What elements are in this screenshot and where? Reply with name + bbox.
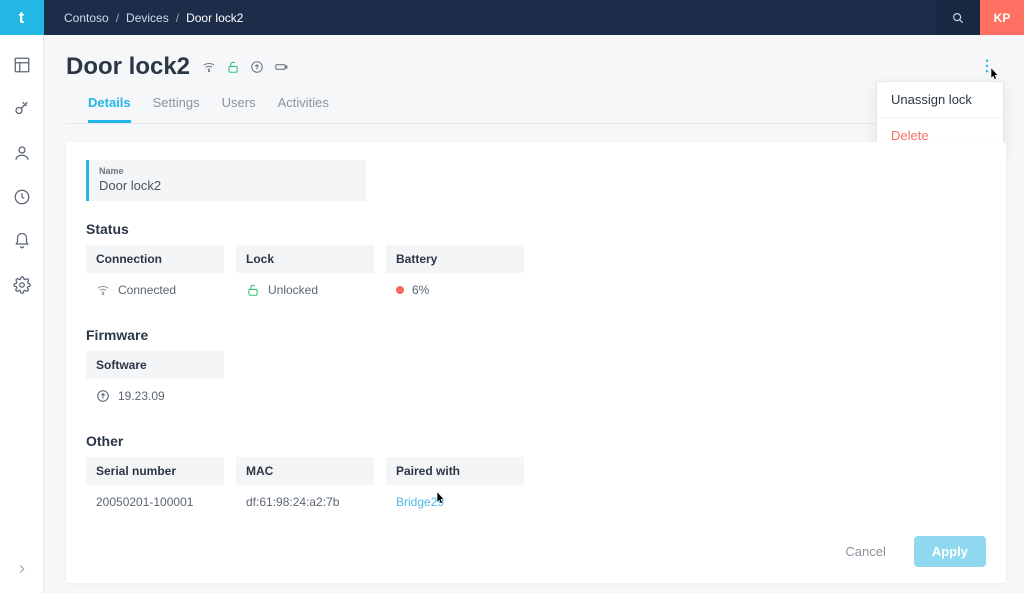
- sidebar: t: [0, 0, 44, 593]
- other-mac-label: MAC: [236, 457, 374, 485]
- name-field[interactable]: Name Door lock2: [86, 160, 366, 201]
- status-battery-value: 6%: [412, 283, 429, 297]
- dashboard-icon: [13, 56, 31, 74]
- status-connection-label: Connection: [86, 245, 224, 273]
- sidebar-item-dashboard[interactable]: [10, 53, 34, 77]
- other-serial-label: Serial number: [86, 457, 224, 485]
- other-heading: Other: [86, 433, 986, 449]
- update-icon: [96, 389, 110, 403]
- brand-letter: t: [19, 8, 25, 28]
- menu-item-unassign[interactable]: Unassign lock: [877, 82, 1003, 117]
- tab-users[interactable]: Users: [222, 95, 256, 123]
- bell-icon: [13, 232, 31, 250]
- cursor-pointer-icon: [432, 491, 448, 507]
- update-icon: [250, 60, 264, 74]
- sidebar-item-activity[interactable]: [10, 185, 34, 209]
- breadcrumb-current: Door lock2: [186, 11, 243, 25]
- brand-logo[interactable]: t: [0, 0, 44, 35]
- key-icon: [13, 100, 31, 118]
- unlock-icon: [246, 283, 260, 297]
- tab-activities[interactable]: Activities: [278, 95, 329, 123]
- chevron-right-icon: [15, 562, 29, 576]
- status-heading: Status: [86, 221, 986, 237]
- details-card: Name Door lock2 Status Connection Connec…: [66, 142, 1006, 583]
- wifi-icon: [96, 283, 110, 297]
- breadcrumb-separator: /: [116, 11, 119, 25]
- firmware-heading: Firmware: [86, 327, 986, 343]
- name-label: Name: [99, 166, 356, 176]
- topbar: Contoso / Devices / Door lock2 KP: [44, 0, 1024, 35]
- breadcrumb-separator: /: [176, 11, 179, 25]
- firmware-software-label: Software: [86, 351, 224, 379]
- page-head: Door lock2 Unassign lock Delete Details: [44, 35, 1024, 124]
- battery-icon: [274, 60, 288, 74]
- firmware-software-value: 19.23.09: [118, 389, 165, 403]
- search-icon: [951, 11, 965, 25]
- sidebar-collapse[interactable]: [15, 562, 29, 581]
- name-value: Door lock2: [99, 178, 356, 193]
- other-mac-value: df:61:98:24:a2:7b: [246, 495, 339, 509]
- tab-settings[interactable]: Settings: [153, 95, 200, 123]
- gear-icon: [13, 276, 31, 294]
- clock-icon: [13, 188, 31, 206]
- other-serial-value: 20050201-100001: [96, 495, 193, 509]
- other-paired-label: Paired with: [386, 457, 524, 485]
- sidebar-item-users[interactable]: [10, 141, 34, 165]
- breadcrumb-org[interactable]: Contoso: [64, 11, 109, 25]
- tabs: Details Settings Users Activities: [66, 95, 996, 124]
- wifi-icon: [202, 60, 216, 74]
- status-lock-label: Lock: [236, 245, 374, 273]
- apply-button[interactable]: Apply: [914, 536, 986, 567]
- sidebar-item-settings[interactable]: [10, 273, 34, 297]
- status-connection-value: Connected: [118, 283, 176, 297]
- cancel-button[interactable]: Cancel: [827, 536, 903, 567]
- status-battery-label: Battery: [386, 245, 524, 273]
- user-initials: KP: [994, 11, 1011, 25]
- sidebar-item-alerts[interactable]: [10, 229, 34, 253]
- unlock-icon: [226, 60, 240, 74]
- status-lock-value: Unlocked: [268, 283, 318, 297]
- user-icon: [13, 144, 31, 162]
- search-button[interactable]: [936, 0, 980, 35]
- battery-low-indicator: [396, 286, 404, 294]
- sidebar-item-keys[interactable]: [10, 97, 34, 121]
- page-title: Door lock2: [66, 53, 190, 81]
- breadcrumb-devices[interactable]: Devices: [126, 11, 169, 25]
- user-avatar[interactable]: KP: [980, 0, 1024, 35]
- tab-details[interactable]: Details: [88, 95, 131, 123]
